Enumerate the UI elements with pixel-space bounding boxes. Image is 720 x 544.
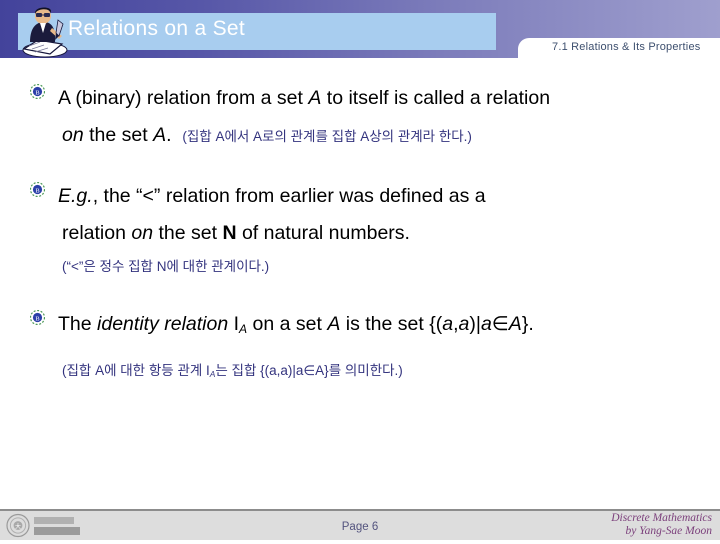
slide-content: B A (binary) relation from a set A to it… bbox=[0, 58, 720, 508]
footer-course-credit: Discrete Mathematics by Yang-Sae Moon bbox=[611, 512, 712, 538]
bullet-3-line-1: The identity relation IA on a set A is t… bbox=[58, 313, 534, 337]
bullet-1-line-2: on the set A. (집합 A에서 A로의 관계를 집합 A상의 관계라… bbox=[62, 124, 472, 146]
page-title: Relations on a Set bbox=[68, 17, 246, 40]
identity-subscript: A bbox=[239, 322, 248, 337]
bullet-1-line-1: A (binary) relation from a set A to itse… bbox=[58, 87, 551, 109]
decorative-bullet-icon: B bbox=[29, 83, 46, 100]
course-author: by Yang-Sae Moon bbox=[625, 525, 712, 537]
svg-text:B: B bbox=[35, 188, 39, 195]
person-writing-icon bbox=[14, 2, 74, 60]
bullet-1-text: A (binary) relation from a set A to itse… bbox=[58, 80, 550, 155]
bullet-2-line-2: relation on the set N of natural numbers… bbox=[62, 222, 410, 244]
bullet-2-text: E.g., the “<” relation from earlier was … bbox=[58, 178, 486, 282]
bullet-2-line-1: E.g., the “<” relation from earlier was … bbox=[58, 185, 486, 207]
bullet-1-korean: (집합 A에서 A로의 관계를 집합 A상의 관계라 한다.) bbox=[182, 129, 472, 144]
bullet-3-korean: (집합 A에 대한 항등 관계 IA는 집합 {(a,a)|a∈A}를 의미한다… bbox=[62, 363, 403, 380]
decorative-bullet-icon: B bbox=[29, 309, 46, 326]
svg-text:B: B bbox=[35, 316, 39, 323]
bullet-2-korean: (“<”은 정수 집합 N에 대한 관계이다.) bbox=[62, 259, 270, 274]
svg-text:B: B bbox=[35, 90, 39, 97]
decorative-bullet-icon: B bbox=[29, 181, 46, 198]
course-title: Discrete Mathematics bbox=[611, 512, 712, 524]
bullet-3-text: The identity relation IA on a set A is t… bbox=[58, 306, 534, 389]
section-tab-label: 7.1 Relations & Its Properties bbox=[552, 41, 701, 53]
